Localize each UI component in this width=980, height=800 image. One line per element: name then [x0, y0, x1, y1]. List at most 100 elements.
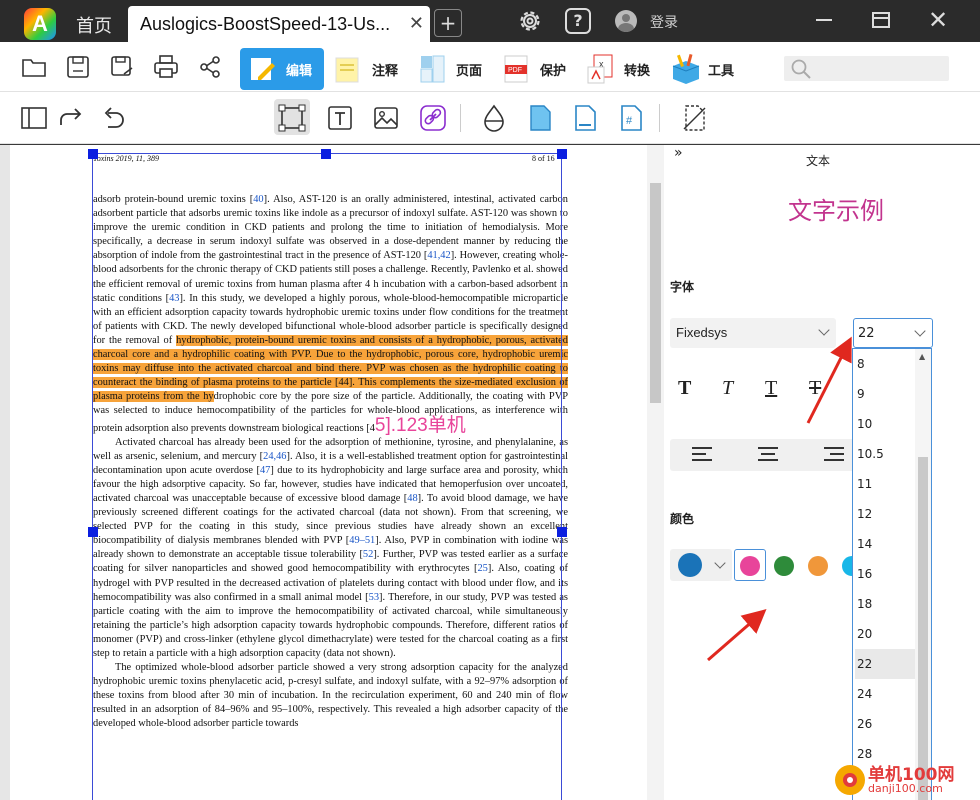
font-size-option[interactable]: 8	[855, 349, 915, 379]
new-tab-button[interactable]: +	[434, 9, 462, 37]
align-left-icon[interactable]	[692, 447, 712, 465]
edit-button[interactable]: 编辑	[240, 48, 324, 90]
citation-link[interactable]: 49–51	[349, 535, 375, 546]
save-icon[interactable]	[63, 52, 93, 82]
italic-button[interactable]: T	[722, 377, 733, 400]
page-body-text[interactable]: adsorb protein-bound uremic toxins [40].…	[93, 193, 568, 732]
image-icon[interactable]	[371, 103, 401, 133]
bold-button[interactable]: T	[678, 377, 691, 400]
font-family-select[interactable]: Fixedsys	[670, 318, 836, 348]
font-size-dropdown-list[interactable]: 8 9 10 10.5 11 12 14 16 18 20 22 24 26 28 ▲	[852, 348, 932, 800]
page-button[interactable]: 页面	[418, 48, 482, 90]
align-center-icon[interactable]	[758, 447, 778, 465]
citation-link[interactable]: 25	[477, 563, 487, 574]
citation-link[interactable]: 40	[253, 194, 263, 205]
scrollbar-thumb[interactable]	[918, 457, 928, 800]
link-icon[interactable]	[418, 103, 448, 133]
help-icon[interactable]: ?	[565, 8, 591, 34]
color-swatch-pink[interactable]	[740, 556, 760, 576]
citation-link[interactable]: 41,42	[427, 250, 450, 261]
text-box-icon[interactable]	[325, 103, 355, 133]
page-label: 页面	[456, 63, 483, 79]
citation-link[interactable]: 52	[363, 549, 373, 560]
tab-document[interactable]: Auslogics-BoostSpeed-13-Us... ✕	[128, 6, 430, 42]
redo-icon[interactable]	[55, 103, 85, 133]
dropdown-scrollbar[interactable]: ▲	[915, 349, 931, 800]
font-size-option[interactable]: 14	[855, 529, 915, 559]
save-as-icon[interactable]	[107, 52, 137, 82]
resize-handle-top-right[interactable]	[557, 149, 567, 159]
font-size-option[interactable]: 12	[855, 499, 915, 529]
login-link[interactable]: 登录	[650, 12, 678, 32]
color-swatch-green[interactable]	[774, 556, 794, 576]
citation-link[interactable]: 24,46	[263, 451, 286, 462]
crop-page-icon[interactable]	[679, 103, 709, 133]
underline-button[interactable]: T	[765, 377, 777, 400]
pdf-page[interactable]: Toxins 2019, 11, 389 8 of 16 adsorb prot…	[10, 145, 650, 800]
document-view[interactable]: Toxins 2019, 11, 389 8 of 16 adsorb prot…	[0, 145, 664, 800]
page-header-number: 8 of 16	[532, 154, 555, 163]
svg-text:#: #	[626, 115, 633, 127]
scroll-up-icon[interactable]: ▲	[919, 352, 925, 361]
font-size-option[interactable]: 10	[855, 409, 915, 439]
watermark-drop-icon[interactable]	[479, 103, 509, 133]
annotate-button[interactable]: 注释	[334, 48, 398, 90]
citation-link[interactable]: 53	[369, 592, 379, 603]
undo-icon[interactable]	[98, 103, 128, 133]
resize-handle-middle-right[interactable]	[557, 527, 567, 537]
font-size-option[interactable]: 18	[855, 589, 915, 619]
tab-home[interactable]: 首页	[76, 12, 112, 38]
protect-button[interactable]: PDF 保护	[502, 48, 566, 90]
avatar[interactable]	[615, 10, 637, 32]
main-toolbar: 编辑 注释 页面 PDF 保护 x 转换 工具	[0, 42, 980, 92]
close-window-icon[interactable]: ✕	[928, 6, 948, 34]
strikethrough-button[interactable]: T	[809, 377, 821, 400]
svg-text:PDF: PDF	[508, 67, 522, 74]
sidebar-toggle-icon[interactable]	[19, 103, 49, 133]
font-size-option[interactable]: 20	[855, 619, 915, 649]
document-scrollbar[interactable]	[647, 145, 664, 800]
app-logo: A	[24, 8, 56, 40]
font-size-option[interactable]: 9	[855, 379, 915, 409]
tools-button[interactable]: 工具	[670, 48, 734, 90]
font-size-option[interactable]: 16	[855, 559, 915, 589]
annotate-label: 注释	[372, 63, 399, 79]
font-section-label: 字体	[670, 280, 695, 294]
protect-label: 保护	[540, 63, 567, 79]
font-size-option[interactable]: 11	[855, 469, 915, 499]
citation-link[interactable]: 47	[260, 465, 270, 476]
convert-button[interactable]: x 转换	[586, 48, 650, 90]
font-size-option[interactable]: 10.5	[855, 439, 915, 469]
scrollbar-thumb[interactable]	[650, 183, 661, 403]
share-icon[interactable]	[195, 52, 225, 82]
close-tab-icon[interactable]: ✕	[409, 13, 424, 34]
tools-label: 工具	[708, 63, 735, 79]
inserted-text-box[interactable]: 5].123单机	[375, 415, 466, 436]
search-input[interactable]	[784, 56, 949, 81]
toolbox-icon	[670, 53, 700, 85]
citation-link[interactable]: 48	[407, 493, 417, 504]
select-frame-icon	[277, 103, 307, 133]
print-icon[interactable]	[151, 52, 181, 82]
maximize-icon[interactable]	[872, 12, 890, 28]
resize-handle-middle-left[interactable]	[88, 527, 98, 537]
background-icon[interactable]	[525, 103, 555, 133]
citation-link[interactable]: 43	[169, 293, 179, 304]
header-footer-icon[interactable]	[570, 103, 600, 133]
color-picker-dropdown[interactable]	[670, 549, 732, 581]
minimize-icon[interactable]	[816, 19, 832, 21]
font-size-select[interactable]: 22	[853, 318, 933, 348]
font-size-option[interactable]: 22	[855, 649, 915, 679]
open-folder-icon[interactable]	[19, 52, 49, 82]
bates-number-icon[interactable]: #	[616, 103, 646, 133]
gear-icon[interactable]	[516, 7, 544, 39]
panel-title: 文本	[806, 154, 831, 168]
resize-handle-top-left[interactable]	[88, 149, 98, 159]
font-size-option[interactable]: 24	[855, 679, 915, 709]
color-swatch-orange[interactable]	[808, 556, 828, 576]
collapse-panel-icon[interactable]: »	[674, 145, 683, 161]
paragraph: The optimized whole-blood adsorber parti…	[93, 662, 568, 730]
resize-handle-top-center[interactable]	[321, 149, 331, 159]
font-size-option[interactable]: 26	[855, 709, 915, 739]
align-right-icon[interactable]	[824, 447, 844, 465]
